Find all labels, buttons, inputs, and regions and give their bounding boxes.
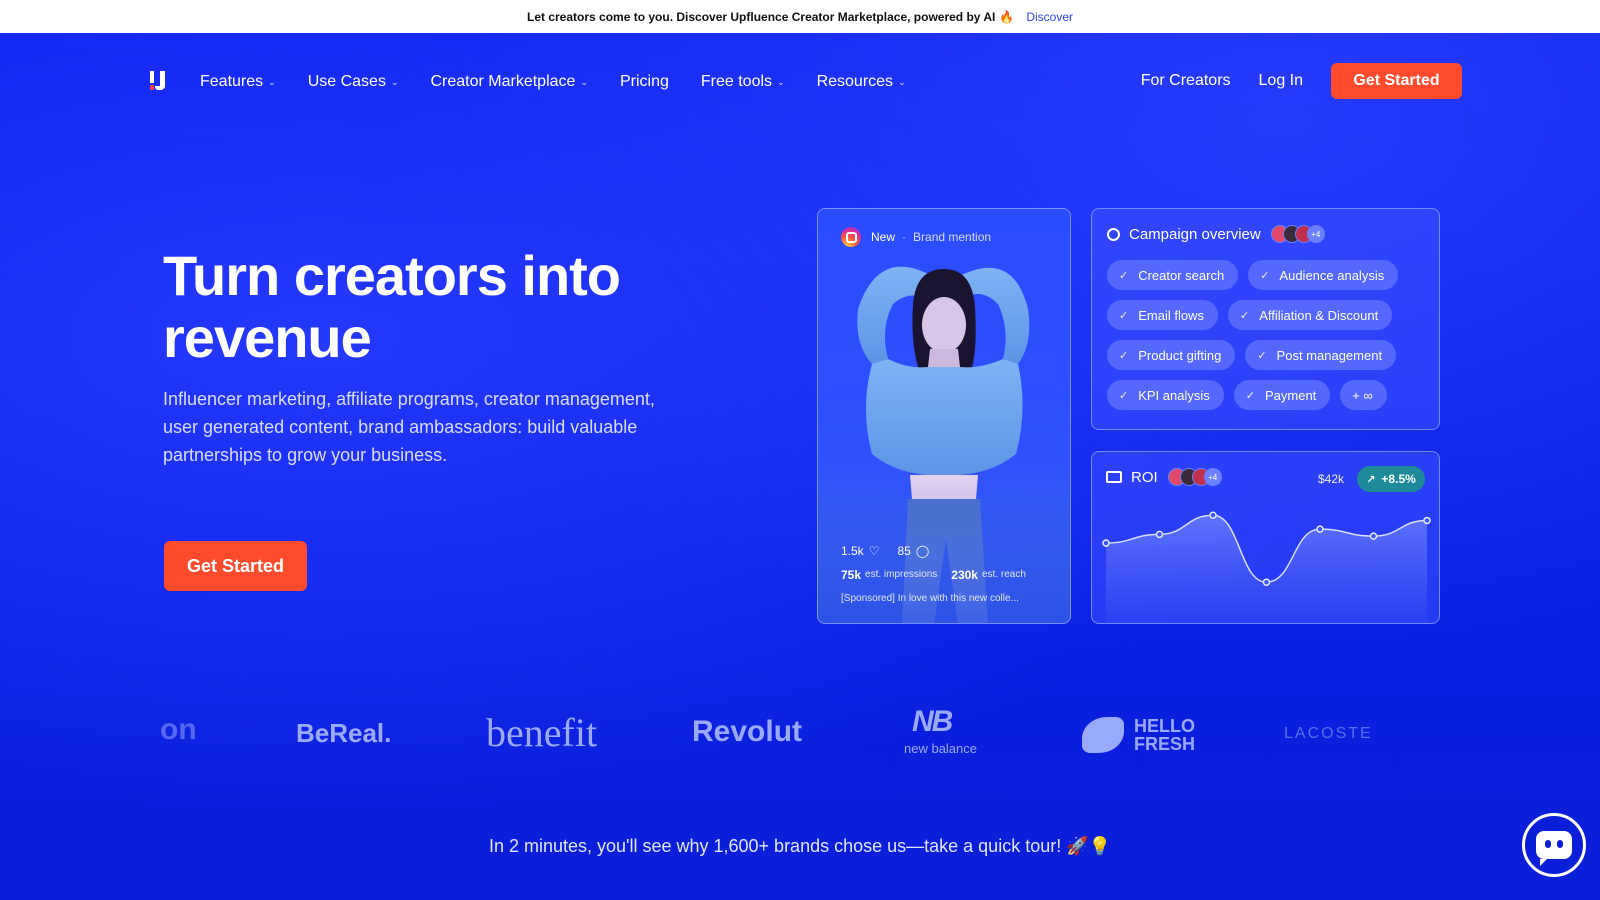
roi-chart: [1102, 511, 1431, 623]
logo-hello-fresh: HELLO FRESH: [1134, 716, 1196, 754]
feature-chips: ✓ Creator search ✓ Audience analysis ✓ Emai…: [1107, 260, 1437, 420]
login-link[interactable]: Log In: [1259, 72, 1303, 90]
main-nav: Features ⌄ Use Cases ⌄ Creator Marketplace…: [148, 67, 938, 97]
logo-new-balance: new balance: [904, 741, 977, 756]
impressions-label: est. impressions: [865, 569, 938, 580]
campaign-icon: [1107, 227, 1120, 241]
post-stats: 1.5k ♡ 85 ◯ 75k est. impressions 230k es…: [841, 539, 1040, 611]
money-icon: [1106, 471, 1122, 483]
announcement-bar: Let creators come to you. Discover Upflu…: [0, 0, 1600, 33]
roi-point: [1155, 530, 1164, 539]
brand-mention-card: New · Brand mention 1.5k ♡ 85 ◯ 75k est.…: [817, 208, 1071, 624]
nav-actions: For Creators Log In Get Started: [1141, 63, 1462, 99]
logo-revolut: Revolut: [692, 715, 803, 748]
roi-point: [1262, 578, 1271, 586]
avatar-group: +4: [1270, 225, 1325, 243]
avatar-count: +4: [1203, 468, 1222, 486]
post-header: New · Brand mention: [841, 227, 991, 247]
fire-icon: 🔥: [999, 9, 1015, 24]
logo-bereal: BeReal.: [296, 718, 392, 748]
roi-point: [1209, 511, 1217, 519]
announcement-text: Let creators come to you. Discover Upflu…: [526, 9, 996, 24]
check-icon: ✓: [1257, 349, 1267, 362]
chip-kpi-analysis: ✓ KPI analysis: [1107, 380, 1224, 410]
nav-item-free-tools[interactable]: Free tools ⌄: [701, 73, 785, 91]
quick-tour-text: In 2 minutes, you'll see why 1,600+ bran…: [488, 836, 1112, 856]
hero-get-started-button[interactable]: Get Started: [164, 541, 307, 591]
post-type: Brand mention: [913, 230, 992, 244]
chevron-down-icon: ⌄: [268, 76, 276, 87]
chatbot-icon: [1536, 831, 1572, 866]
chevron-down-icon: ⌄: [898, 76, 906, 87]
post-caption: [Sponsored] In love with this new colle.…: [841, 593, 1019, 604]
roi-point: [1316, 525, 1324, 533]
chatbot-button[interactable]: [1522, 813, 1586, 877]
hero-headline: Turn creators into revenue: [163, 244, 621, 369]
chevron-down-icon: ⌄: [390, 76, 399, 87]
roi-change-badge: ↗ +8.5%: [1357, 466, 1425, 492]
hellofresh-leaf-icon: [1082, 717, 1124, 753]
announcement-discover-link[interactable]: Discover: [1026, 10, 1073, 24]
chip-payment: ✓ Payment: [1233, 380, 1331, 410]
nav-item-use-cases[interactable]: Use Cases ⌄: [308, 73, 399, 91]
nav-item-creator-marketplace[interactable]: Creator Marketplace ⌄: [430, 73, 588, 91]
trend-up-icon: ↗: [1366, 473, 1376, 486]
chip-affiliation-discount: ✓ Affiliation & Discount: [1227, 300, 1393, 330]
post-badge: New: [871, 230, 896, 244]
roi-card: ROI +4 $42k ↗ +8.5%: [1091, 451, 1440, 624]
instagram-icon: [841, 227, 861, 247]
nav-item-pricing[interactable]: Pricing: [620, 73, 669, 91]
check-icon: ✓: [1119, 389, 1129, 402]
campaign-title: Campaign overview +4: [1107, 225, 1325, 243]
check-icon: ✓: [1245, 389, 1255, 402]
reach-value: 230k: [951, 568, 978, 582]
logo-lacoste: LACOSTE: [1284, 725, 1373, 742]
check-icon: ✓: [1260, 269, 1270, 282]
comment-icon: ◯: [915, 544, 930, 558]
roi-title: ROI +4: [1106, 468, 1222, 486]
roi-value: $42k: [1317, 472, 1344, 486]
roi-area: [1106, 515, 1427, 623]
roi-point: [1102, 539, 1110, 547]
impressions-value: 75k: [841, 568, 862, 582]
avatar-count: +4: [1306, 225, 1325, 243]
check-icon: ✓: [1119, 269, 1129, 282]
nav-item-features[interactable]: Features ⌄: [200, 73, 276, 91]
chevron-down-icon: ⌄: [580, 76, 588, 87]
nav-get-started-button[interactable]: Get Started: [1331, 63, 1462, 99]
chip-audience-analysis: ✓ Audience analysis: [1248, 260, 1399, 290]
roi-point: [1369, 532, 1378, 540]
check-icon: ✓: [1119, 309, 1129, 322]
new-balance-mark: NB: [912, 705, 953, 738]
logo-on: on: [160, 713, 197, 746]
for-creators-link[interactable]: For Creators: [1141, 72, 1231, 90]
chip-creator-search: ✓ Creator search: [1107, 260, 1239, 290]
campaign-overview-card: Campaign overview +4 ✓ Creator search ✓ Au…: [1091, 208, 1440, 430]
upfluence-logo[interactable]: [148, 71, 170, 93]
check-icon: ✓: [1119, 349, 1129, 362]
roi-point: [1423, 516, 1431, 525]
nav-item-resources[interactable]: Resources ⌄: [817, 73, 906, 91]
likes-count: 1.5k: [841, 544, 864, 558]
chip-post-management: ✓ Post management: [1245, 340, 1397, 370]
chip-product-gifting: ✓ Product gifting: [1107, 340, 1236, 370]
logo-benefit: benefit: [486, 710, 598, 755]
avatar-group: +4: [1167, 468, 1222, 486]
chip-email-flows: ✓ Email flows: [1107, 300, 1218, 330]
check-icon: ✓: [1239, 309, 1250, 322]
chevron-down-icon: ⌄: [777, 76, 785, 87]
reach-label: est. reach: [981, 569, 1026, 580]
comments-count: 85: [897, 544, 911, 558]
hero-section: Features ⌄ Use Cases ⌄ Creator Marketplace…: [0, 33, 1600, 900]
heart-icon: ♡: [868, 544, 880, 558]
brand-logos: on BeReal. benefit Revolut new balance N…: [160, 705, 1410, 759]
chip-more: + ∞: [1340, 380, 1387, 410]
hero-subtitle: Influencer marketing, affiliate programs…: [163, 389, 655, 465]
